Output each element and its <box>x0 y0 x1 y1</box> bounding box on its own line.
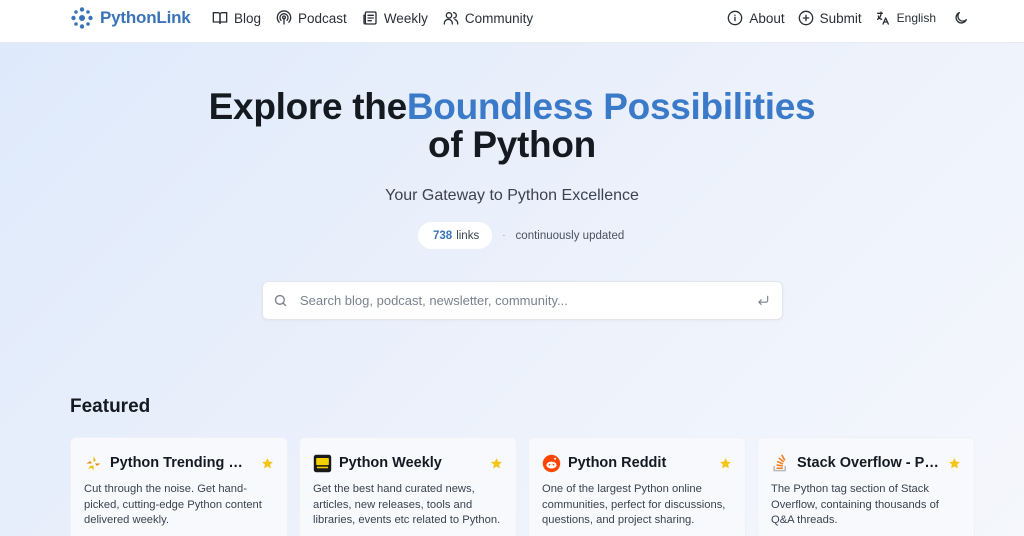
links-count-badge: 738 links <box>418 222 493 249</box>
stackoverflow-logo-icon <box>773 453 787 471</box>
featured-card-python-weekly[interactable]: Python Weekly Get the best hand curated … <box>299 437 517 536</box>
card-header: Stack Overflow - Python <box>771 453 961 473</box>
info-icon <box>727 10 743 26</box>
hero-title-line2: of Python <box>428 124 596 165</box>
nav-submit[interactable]: Submit <box>798 9 862 27</box>
search-icon <box>274 294 287 307</box>
nav-submit-label: Submit <box>819 10 862 26</box>
python-weekly-logo-icon <box>313 454 332 472</box>
card-title: Python Trending Weekly <box>110 455 255 471</box>
card-header: Python Reddit <box>542 453 732 473</box>
star-icon <box>720 457 731 468</box>
nav-about[interactable]: About <box>727 9 785 27</box>
book-icon <box>212 12 228 24</box>
links-count: 738 <box>433 229 453 242</box>
nav-blog[interactable]: Blog <box>212 9 261 27</box>
logo-icon <box>71 7 93 29</box>
hero-title-accent: Boundless Possibilities <box>406 86 816 127</box>
enter-key-icon[interactable] <box>756 294 770 308</box>
nav-blog-label: Blog <box>234 10 262 26</box>
moon-icon[interactable] <box>953 10 969 26</box>
star-icon <box>491 457 502 468</box>
star-icon <box>262 457 273 468</box>
links-label: links <box>456 229 480 242</box>
search-bar[interactable] <box>262 281 783 320</box>
users-icon <box>443 12 459 25</box>
nav-weekly[interactable]: Weekly <box>362 9 428 27</box>
translate-icon <box>876 11 889 25</box>
hero-title: Explore theBoundless Possibilities of Py… <box>0 88 1024 164</box>
card-title: Python Reddit <box>568 455 667 471</box>
card-header: Python Weekly <box>313 453 503 473</box>
plus-circle-icon <box>798 10 813 26</box>
hero-title-line1: Explore theBoundless Possibilities <box>0 88 1024 126</box>
card-description: Get the best hand curated news, articles… <box>313 483 501 526</box>
language-label: English <box>896 11 936 25</box>
hero-title-prefix: Explore the <box>208 86 408 127</box>
language-switcher[interactable]: English <box>875 9 936 27</box>
card-description: The Python tag section of Stack Overflow… <box>771 483 939 526</box>
card-description: Cut through the noise. Get hand-picked, … <box>84 483 262 526</box>
nav-podcast-label: Podcast <box>298 10 347 26</box>
top-navbar: PythonLink Blog Podcast Weekly Community… <box>0 0 1024 43</box>
podcast-icon <box>276 10 292 25</box>
card-description: One of the largest Python online communi… <box>542 483 726 526</box>
hero-subtitle: Your Gateway to Python Excellence <box>385 187 639 204</box>
main-nav: Blog Podcast Weekly Community <box>212 9 548 27</box>
search-input[interactable] <box>300 293 756 308</box>
nav-community-label: Community <box>464 10 534 26</box>
star-icon <box>949 457 960 468</box>
nav-podcast[interactable]: Podcast <box>276 9 347 27</box>
nav-weekly-label: Weekly <box>383 10 428 26</box>
featured-card-stack-overflow[interactable]: Stack Overflow - Python The Python tag s… <box>757 437 975 536</box>
logo-text: PythonLink <box>100 8 191 27</box>
card-title: Python Weekly <box>339 455 442 471</box>
updated-text: continuously updated <box>515 229 625 242</box>
card-title: Stack Overflow - Python <box>797 455 942 471</box>
nav-about-label: About <box>749 10 785 26</box>
featured-cards: Python Trending Weekly Cut through the n… <box>70 437 986 536</box>
newspaper-icon <box>363 11 377 25</box>
right-nav: About Submit English <box>714 9 970 27</box>
featured-card-python-reddit[interactable]: Python Reddit One of the largest Python … <box>528 437 746 536</box>
trending-logo-icon <box>86 455 101 471</box>
featured-heading: Featured <box>70 396 151 417</box>
card-header: Python Trending Weekly <box>84 453 274 473</box>
featured-card-python-trending[interactable]: Python Trending Weekly Cut through the n… <box>70 437 288 536</box>
stats-separator: · <box>502 230 506 241</box>
logo[interactable]: PythonLink <box>70 6 191 30</box>
reddit-logo-icon <box>542 454 561 472</box>
nav-community[interactable]: Community <box>443 9 533 27</box>
stats-row: 738 links · continuously updated <box>418 222 624 249</box>
